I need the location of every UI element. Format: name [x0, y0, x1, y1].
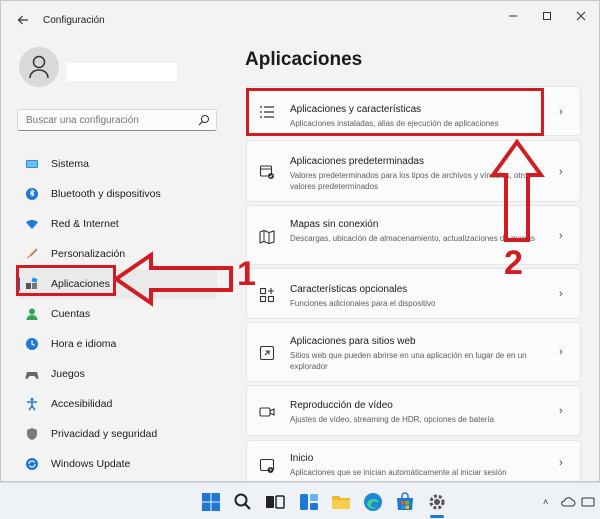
- sidebar-item-label: Accesibilidad: [51, 398, 113, 410]
- settings-gear-icon[interactable]: [426, 491, 448, 513]
- default-apps-icon: [259, 165, 274, 179]
- sidebar-item-red[interactable]: Red & Internet: [17, 209, 217, 239]
- windows-start-icon[interactable]: [200, 491, 222, 513]
- card-caracteristicas-opcionales[interactable]: Características opcionales Funciones adi…: [246, 268, 581, 319]
- card-description: Sitios web que pueden abrirse en una apl…: [290, 351, 527, 371]
- card-title: Aplicaciones para sitios web: [290, 336, 416, 347]
- chevron-right-icon: ›: [559, 166, 563, 178]
- user-icon: [29, 55, 49, 79]
- file-explorer-icon[interactable]: [330, 491, 352, 513]
- active-app-indicator: [430, 515, 444, 518]
- gamepad-icon: [25, 372, 39, 379]
- grid-plus-icon: [259, 287, 275, 303]
- sidebar-item-label: Privacidad y seguridad: [51, 428, 158, 440]
- sidebar-nav: Sistema Bluetooth y dispositivos Red & I…: [17, 149, 217, 479]
- microsoft-store-icon[interactable]: [394, 491, 416, 513]
- minimize-icon: [509, 15, 517, 17]
- video-camera-icon: [259, 407, 275, 417]
- card-description: Ajustes de vídeo, streaming de HDR, opci…: [290, 415, 495, 424]
- annotation-highlight-sidebar: [16, 265, 116, 296]
- minimize-button[interactable]: [497, 7, 529, 27]
- avatar[interactable]: [19, 47, 59, 87]
- annotation-number-2: 2: [504, 244, 523, 282]
- chevron-right-icon: ›: [559, 346, 563, 358]
- card-inicio[interactable]: Inicio Aplicaciones que se inician autom…: [246, 440, 581, 481]
- sidebar-item-label: Bluetooth y dispositivos: [51, 188, 161, 200]
- chevron-right-icon: ›: [559, 457, 563, 469]
- back-arrow-icon[interactable]: [13, 11, 33, 31]
- sidebar-item-windows-update[interactable]: Windows Update: [17, 449, 217, 479]
- search-input[interactable]: [17, 109, 217, 131]
- chevron-right-icon: ›: [559, 288, 563, 300]
- sidebar-item-accesibilidad[interactable]: Accesibilidad: [17, 389, 217, 419]
- wifi-icon: [26, 220, 38, 229]
- shield-icon: [27, 428, 37, 440]
- chevron-right-icon: ›: [559, 106, 563, 118]
- globe-clock-icon: [26, 338, 38, 350]
- chevron-up-icon[interactable]: ˄: [543, 497, 548, 507]
- task-view-icon[interactable]: [264, 491, 286, 513]
- annotation-highlight-card: [246, 88, 544, 136]
- taskbar: ˄: [0, 482, 600, 519]
- startup-icon: [259, 458, 275, 473]
- account-icon: [26, 308, 38, 320]
- search-icon[interactable]: [232, 491, 254, 513]
- annotation-arrow-left: [113, 251, 233, 307]
- cloud-icon[interactable]: [560, 494, 576, 510]
- card-title: Reproducción de vídeo: [290, 400, 393, 411]
- chevron-right-icon: ›: [559, 230, 563, 242]
- close-icon: [576, 11, 586, 21]
- page-title: Aplicaciones: [245, 49, 363, 70]
- search-icon[interactable]: [197, 113, 211, 127]
- sidebar-item-bluetooth[interactable]: Bluetooth y dispositivos: [17, 179, 217, 209]
- sidebar-item-label: Hora e idioma: [51, 338, 117, 350]
- settings-window: Configuración Sistema Bluetooth y dispos…: [0, 0, 600, 482]
- card-title: Aplicaciones predeterminadas: [290, 156, 424, 167]
- annotation-arrow-up: [489, 139, 545, 242]
- close-button[interactable]: [565, 7, 597, 27]
- monitor-icon: [26, 160, 38, 168]
- sidebar-item-label: Red & Internet: [51, 218, 119, 230]
- card-title: Características opcionales: [290, 284, 408, 295]
- sidebar-item-privacidad[interactable]: Privacidad y seguridad: [17, 419, 217, 449]
- card-description: Aplicaciones que se inician automáticame…: [290, 468, 507, 477]
- brush-icon: [27, 248, 38, 259]
- annotation-number-1: 1: [237, 255, 256, 293]
- title-bar: Configuración: [1, 1, 599, 39]
- window-title: Configuración: [43, 15, 105, 26]
- profile-name-redacted: [67, 63, 177, 81]
- sidebar-item-label: Sistema: [51, 158, 89, 170]
- sidebar-item-label: Juegos: [51, 368, 85, 380]
- edge-browser-icon[interactable]: [362, 491, 384, 513]
- back-arrow-icon-svg: [17, 15, 28, 25]
- sidebar-item-juegos[interactable]: Juegos: [17, 359, 217, 389]
- maximize-button[interactable]: [531, 7, 563, 27]
- card-reproduccion-video[interactable]: Reproducción de vídeo Ajustes de vídeo, …: [246, 385, 581, 436]
- sidebar-item-label: Windows Update: [51, 458, 131, 470]
- card-title: Mapas sin conexión: [290, 219, 379, 230]
- chevron-right-icon: ›: [559, 405, 563, 417]
- card-description: Funciones adicionales para el dispositiv…: [290, 299, 436, 308]
- widgets-icon[interactable]: [298, 491, 320, 513]
- network-icon[interactable]: [580, 494, 596, 510]
- open-in-app-icon: [259, 345, 275, 361]
- sidebar-item-sistema[interactable]: Sistema: [17, 149, 217, 179]
- accessibility-icon: [27, 398, 37, 411]
- maximize-icon: [543, 12, 551, 20]
- update-icon: [26, 458, 38, 470]
- card-title: Inicio: [290, 453, 314, 464]
- card-aplicaciones-sitios-web[interactable]: Aplicaciones para sitios web Sitios web …: [246, 322, 581, 382]
- sidebar-item-label: Cuentas: [51, 308, 91, 320]
- bluetooth-icon: [26, 188, 38, 200]
- map-icon: [259, 229, 275, 245]
- sidebar-item-hora[interactable]: Hora e idioma: [17, 329, 217, 359]
